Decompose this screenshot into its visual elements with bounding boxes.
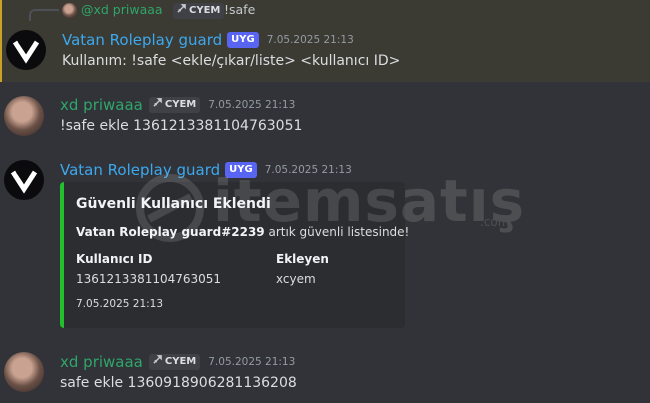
embed-field-value: xcyem	[276, 272, 316, 286]
sword-icon	[153, 98, 162, 112]
guild-tag[interactable]: CYEM	[148, 97, 201, 113]
message-content: Kullanım: !safe <ekle/çıkar/liste> <kull…	[62, 53, 401, 69]
bot-avatar[interactable]	[4, 160, 44, 200]
bot-logo-icon	[10, 170, 38, 194]
author-name[interactable]: xd priwaaa	[60, 96, 143, 114]
reply-content[interactable]: !safe	[224, 2, 255, 17]
bot-logo-icon	[12, 40, 40, 64]
user-avatar[interactable]	[4, 96, 44, 136]
reply-connector	[29, 9, 59, 21]
embed-title: Güvenli Kullanıcı Eklendi	[76, 196, 271, 212]
embed-description: Vatan Roleplay guard#2239 artık güvenli …	[76, 225, 409, 239]
author-name[interactable]: Vatan Roleplay guard	[60, 161, 220, 179]
reply-author[interactable]: @xd priwaaa	[81, 2, 163, 17]
message-content: !safe ekle 1361213381104763051	[60, 118, 303, 134]
message-header: Vatan Roleplay guard UYG 7.05.2025 21:13	[60, 161, 352, 179]
embed-description-text: artık güvenli listesinde!	[264, 225, 410, 239]
message-content: safe ekle 1360918906281136208	[60, 375, 297, 391]
sword-icon	[177, 4, 186, 18]
sword-icon	[153, 355, 162, 369]
author-name[interactable]: xd priwaaa	[60, 353, 143, 371]
reply-guild-tag-label: CYEM	[189, 5, 221, 16]
message-header: xd priwaaa CYEM 7.05.2025 21:13	[60, 353, 295, 371]
embed-field-value: 1361213381104763051	[76, 272, 222, 286]
embed-field-name: Ekleyen	[276, 252, 329, 266]
reply-avatar[interactable]	[62, 3, 77, 18]
timestamp[interactable]: 7.05.2025 21:13	[267, 34, 354, 46]
guild-tag[interactable]: CYEM	[148, 354, 201, 370]
timestamp[interactable]: 7.05.2025 21:13	[208, 99, 295, 111]
user-avatar[interactable]	[4, 352, 44, 392]
reply-guild-tag[interactable]: CYEM	[173, 3, 225, 19]
guild-tag-label: CYEM	[164, 356, 197, 367]
message[interactable]: xd priwaaa CYEM 7.05.2025 21:13 !safe ek…	[0, 92, 650, 152]
message-header: Vatan Roleplay guard UYG 7.05.2025 21:13	[62, 31, 354, 49]
guild-tag-label: CYEM	[164, 99, 197, 110]
message-highlighted[interactable]: @xd priwaaa CYEM !safe Vatan Roleplay gu…	[0, 0, 650, 82]
message-header: xd priwaaa CYEM 7.05.2025 21:13	[60, 96, 295, 114]
timestamp[interactable]: 7.05.2025 21:13	[265, 164, 352, 176]
timestamp[interactable]: 7.05.2025 21:13	[208, 356, 295, 368]
app-badge: UYG	[227, 32, 259, 48]
bot-avatar[interactable]	[6, 30, 46, 70]
embed-field-name: Kullanıcı ID	[76, 252, 153, 266]
embed-footer-timestamp: 7.05.2025 21:13	[76, 298, 164, 310]
app-badge: UYG	[225, 162, 257, 178]
author-name[interactable]: Vatan Roleplay guard	[62, 31, 222, 49]
embed-card: Güvenli Kullanıcı Eklendi Vatan Roleplay…	[60, 182, 409, 328]
reply-preview[interactable]: @xd priwaaa CYEM !safe	[2, 0, 650, 21]
message[interactable]: xd priwaaa CYEM 7.05.2025 21:13 safe ekl…	[0, 348, 650, 403]
embed-description-mention: Vatan Roleplay guard#2239	[76, 225, 265, 239]
